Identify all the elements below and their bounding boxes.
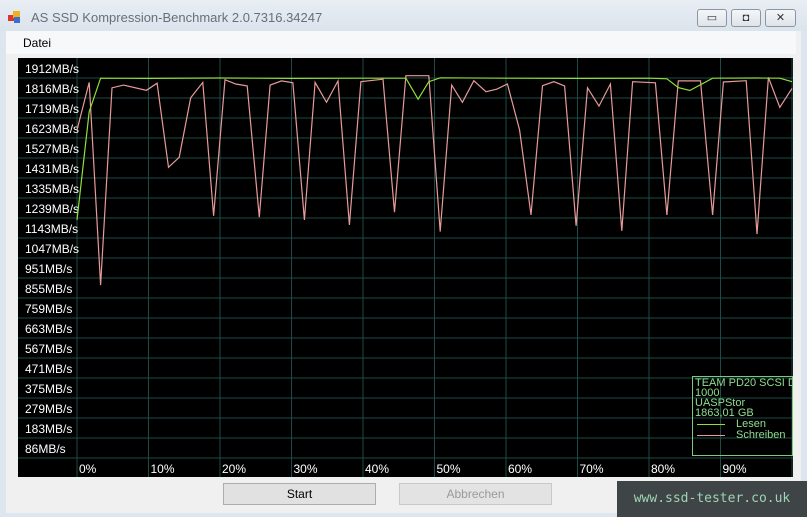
y-tick-label: 183MB/s — [25, 422, 72, 436]
x-tick-label: 60% — [508, 462, 532, 476]
y-tick-label: 1912MB/s — [25, 62, 79, 76]
x-tick-label: 20% — [222, 462, 246, 476]
x-tick-label: 10% — [151, 462, 175, 476]
as-ssd-app-icon — [8, 11, 20, 23]
y-tick-label: 375MB/s — [25, 382, 72, 396]
y-tick-label: 1239MB/s — [25, 202, 79, 216]
benchmark-chart: 1912MB/s 1816MB/s 1719MB/s 1623MB/s 1527MB/s… — [18, 58, 793, 477]
title-bar: AS SSD Kompression-Benchmark 2.0.7316.34… — [0, 0, 807, 31]
y-tick-label: 1335MB/s — [25, 182, 79, 196]
minimize-button[interactable]: ▭ — [697, 9, 727, 27]
y-tick-label: 1431MB/s — [25, 162, 79, 176]
y-tick-label: 1047MB/s — [25, 242, 79, 256]
y-tick-label: 1816MB/s — [25, 82, 79, 96]
y-tick-label: 567MB/s — [25, 342, 72, 356]
legend-read-swatch — [697, 424, 725, 425]
y-tick-label: 1719MB/s — [25, 102, 79, 116]
menu-datei[interactable]: Datei — [23, 36, 51, 50]
maximize-button[interactable]: ◘ — [731, 9, 761, 27]
legend-read: Lesen — [695, 418, 792, 430]
y-tick-label: 1527MB/s — [25, 142, 79, 156]
chart-svg: 1912MB/s 1816MB/s 1719MB/s 1623MB/s 1527MB/s… — [18, 58, 793, 477]
y-tick-label: 86MB/s — [25, 442, 66, 456]
y-tick-label: 855MB/s — [25, 282, 72, 296]
start-button[interactable]: Start — [223, 483, 376, 505]
y-tick-label: 279MB/s — [25, 402, 72, 416]
y-tick-label: 1143MB/s — [25, 222, 78, 236]
legend-capacity: 1863,01 GB — [695, 407, 754, 419]
close-button[interactable]: ✕ — [765, 9, 796, 27]
minimize-icon: ▭ — [706, 12, 718, 24]
close-icon: ✕ — [775, 12, 786, 24]
x-tick-label: 80% — [651, 462, 675, 476]
y-tick-label: 1623MB/s — [25, 122, 79, 136]
y-tick-label: 663MB/s — [25, 322, 72, 336]
cancel-button[interactable]: Abbrechen — [399, 483, 552, 505]
window-title: AS SSD Kompression-Benchmark 2.0.7316.34… — [31, 10, 323, 25]
y-tick-label: 951MB/s — [25, 262, 72, 276]
x-tick-label: 50% — [437, 462, 461, 476]
legend-write: Schreiben — [695, 429, 792, 441]
maximize-icon: ◘ — [742, 12, 750, 24]
x-tick-label: 70% — [580, 462, 604, 476]
watermark: www.ssd-tester.co.uk — [617, 481, 807, 517]
x-tick-label: 30% — [294, 462, 318, 476]
x-tick-label: 0% — [79, 462, 97, 476]
chart-legend: TEAM PD20 SCSI D 1000 UASPStor 1863,01 G… — [692, 376, 793, 456]
legend-write-label: Schreiben — [736, 429, 786, 441]
legend-read-label: Lesen — [736, 418, 766, 430]
x-tick-label: 40% — [365, 462, 389, 476]
y-tick-label: 759MB/s — [25, 302, 72, 316]
x-tick-label: 90% — [723, 462, 747, 476]
menu-bar: Datei — [6, 31, 796, 54]
legend-write-swatch — [697, 435, 725, 436]
y-tick-label: 471MB/s — [25, 362, 72, 376]
